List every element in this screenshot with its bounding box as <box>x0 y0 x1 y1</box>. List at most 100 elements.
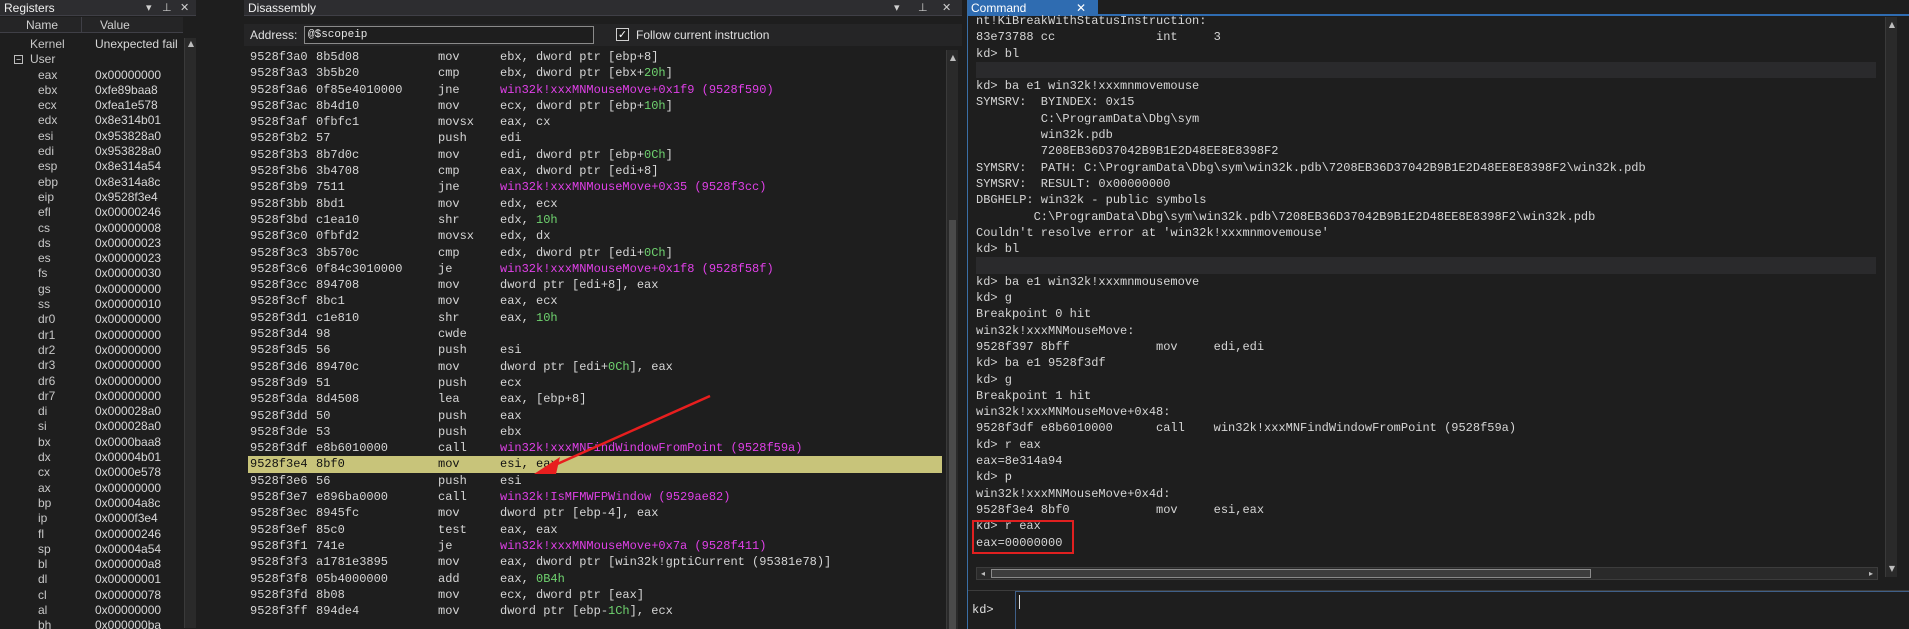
register-row[interactable]: ds 0x00000023 <box>0 236 183 251</box>
register-row[interactable]: edi 0x953828a0 <box>0 144 183 159</box>
register-row[interactable]: cs 0x00000008 <box>0 221 183 236</box>
command-scrollbar[interactable]: ▲ ▼ <box>1885 17 1897 577</box>
register-name: esi <box>38 128 54 143</box>
register-value[interactable]: 0x00000000 <box>95 312 161 327</box>
register-row[interactable]: − User <box>0 52 183 67</box>
hscroll-thumb[interactable] <box>991 569 1591 578</box>
register-value[interactable]: 0x00000000 <box>95 282 161 297</box>
register-row[interactable]: eax 0x00000000 <box>0 68 183 83</box>
register-value[interactable]: 0x00000000 <box>95 343 161 358</box>
register-name: cl <box>38 587 47 602</box>
register-value[interactable]: 0x00004b01 <box>95 450 161 465</box>
register-value[interactable]: 0x00000023 <box>95 251 161 266</box>
register-row[interactable]: cx 0x0000e578 <box>0 465 183 480</box>
register-row[interactable]: ecx 0xfea1e578 <box>0 98 183 113</box>
register-row[interactable]: efl 0x00000246 <box>0 205 183 220</box>
register-row[interactable]: ss 0x00000010 <box>0 297 183 312</box>
register-row[interactable]: es 0x00000023 <box>0 251 183 266</box>
register-value[interactable]: 0xfea1e578 <box>95 98 158 113</box>
column-name-header[interactable]: Name <box>26 18 58 32</box>
register-value[interactable]: 0x00000246 <box>95 527 161 542</box>
register-row[interactable]: di 0x000028a0 <box>0 404 183 419</box>
scroll-right-icon[interactable]: ▸ <box>1865 568 1877 579</box>
register-row[interactable]: edx 0x8e314b01 <box>0 113 183 128</box>
register-value[interactable]: 0x0000f3e4 <box>95 511 158 526</box>
register-value[interactable]: 0x00004a8c <box>95 496 160 511</box>
register-value[interactable]: Unexpected fail <box>95 37 178 52</box>
register-value[interactable]: 0x00000000 <box>95 374 161 389</box>
scroll-down-icon[interactable]: ▼ <box>1886 563 1898 575</box>
register-value[interactable]: 0xfe89baa8 <box>95 83 158 98</box>
register-value[interactable]: 0x000000a8 <box>95 557 161 572</box>
register-value[interactable]: 0x00000023 <box>95 236 161 251</box>
register-value[interactable]: 0x00000078 <box>95 588 161 603</box>
close-icon[interactable]: ✕ <box>180 0 189 16</box>
register-row[interactable]: gs 0x00000000 <box>0 282 183 297</box>
register-value[interactable]: 0x00000000 <box>95 328 161 343</box>
register-row[interactable]: fl 0x00000246 <box>0 527 183 542</box>
output-line: Breakpoint 0 hit <box>976 307 1092 322</box>
register-value[interactable]: 0x8e314a54 <box>95 159 161 174</box>
register-row[interactable]: bp 0x00004a8c <box>0 496 183 511</box>
register-row[interactable]: dr3 0x00000000 <box>0 358 183 373</box>
register-value[interactable]: 0x00000008 <box>95 221 161 236</box>
register-value[interactable]: 0x0000baa8 <box>95 435 161 450</box>
register-row[interactable]: bx 0x0000baa8 <box>0 435 183 450</box>
register-value[interactable]: 0x000028a0 <box>95 419 161 434</box>
register-value[interactable]: 0x00000000 <box>95 481 161 496</box>
collapse-icon[interactable]: − <box>14 55 23 65</box>
register-value[interactable]: 0x00000000 <box>95 68 161 83</box>
register-row[interactable]: dr6 0x00000000 <box>0 374 183 389</box>
register-row[interactable]: ax 0x00000000 <box>0 481 183 496</box>
command-input[interactable] <box>1015 591 1909 629</box>
register-value[interactable]: 0x00000000 <box>95 603 161 618</box>
pin-icon[interactable]: ⊥ <box>162 0 172 16</box>
scroll-up-icon[interactable]: ▲ <box>185 38 196 50</box>
register-row[interactable]: cl 0x00000078 <box>0 588 183 603</box>
register-value[interactable]: 0x00000000 <box>95 389 161 404</box>
register-value[interactable]: 0x953828a0 <box>95 129 161 144</box>
column-value-header[interactable]: Value <box>100 18 130 32</box>
registers-scrollbar[interactable]: ▲ <box>184 38 196 628</box>
register-value[interactable]: 0x00000000 <box>95 358 161 373</box>
register-row[interactable]: dr7 0x00000000 <box>0 389 183 404</box>
register-value[interactable]: 0x9528f3e4 <box>95 190 158 205</box>
register-value[interactable]: 0x00000246 <box>95 205 161 220</box>
register-row[interactable]: al 0x00000000 <box>0 603 183 618</box>
command-hscrollbar[interactable]: ◂ ▸ <box>976 567 1878 580</box>
output-line: kd> bl <box>976 242 1020 257</box>
register-value[interactable]: 0x8e314b01 <box>95 113 161 128</box>
dropdown-icon[interactable]: ▾ <box>146 0 152 16</box>
register-value[interactable]: 0x000000ba <box>95 618 161 629</box>
register-row[interactable]: esp 0x8e314a54 <box>0 159 183 174</box>
register-row[interactable]: bl 0x000000a8 <box>0 557 183 572</box>
register-row[interactable]: dr0 0x00000000 <box>0 312 183 327</box>
register-row[interactable]: ip 0x0000f3e4 <box>0 511 183 526</box>
register-value[interactable]: 0x0000e578 <box>95 465 161 480</box>
register-row[interactable]: ebx 0xfe89baa8 <box>0 83 183 98</box>
register-value[interactable]: 0x8e314a8c <box>95 175 160 190</box>
register-row[interactable]: bh 0x000000ba <box>0 618 183 629</box>
register-value[interactable]: 0x00000001 <box>95 572 161 587</box>
register-row[interactable]: esi 0x953828a0 <box>0 129 183 144</box>
register-row[interactable]: dr2 0x00000000 <box>0 343 183 358</box>
register-row[interactable]: fs 0x00000030 <box>0 266 183 281</box>
register-row[interactable]: eip 0x9528f3e4 <box>0 190 183 205</box>
scroll-up-icon[interactable]: ▲ <box>1886 19 1898 31</box>
register-row[interactable]: dl 0x00000001 <box>0 572 183 587</box>
register-row[interactable]: dr1 0x00000000 <box>0 328 183 343</box>
register-row[interactable]: si 0x000028a0 <box>0 419 183 434</box>
register-row[interactable]: Kernel Unexpected fail <box>0 37 183 52</box>
scroll-left-icon[interactable]: ◂ <box>977 568 989 579</box>
register-row[interactable]: ebp 0x8e314a8c <box>0 175 183 190</box>
register-value[interactable]: 0x00000010 <box>95 297 161 312</box>
register-value[interactable]: 0x00000030 <box>95 266 161 281</box>
register-value[interactable]: 0x953828a0 <box>95 144 161 159</box>
register-value[interactable]: 0x00004a54 <box>95 542 161 557</box>
register-name: ss <box>38 297 50 312</box>
register-row[interactable]: dx 0x00004b01 <box>0 450 183 465</box>
register-name: dr2 <box>38 342 56 357</box>
register-value[interactable]: 0x000028a0 <box>95 404 161 419</box>
column-divider[interactable] <box>81 17 82 33</box>
register-row[interactable]: sp 0x00004a54 <box>0 542 183 557</box>
